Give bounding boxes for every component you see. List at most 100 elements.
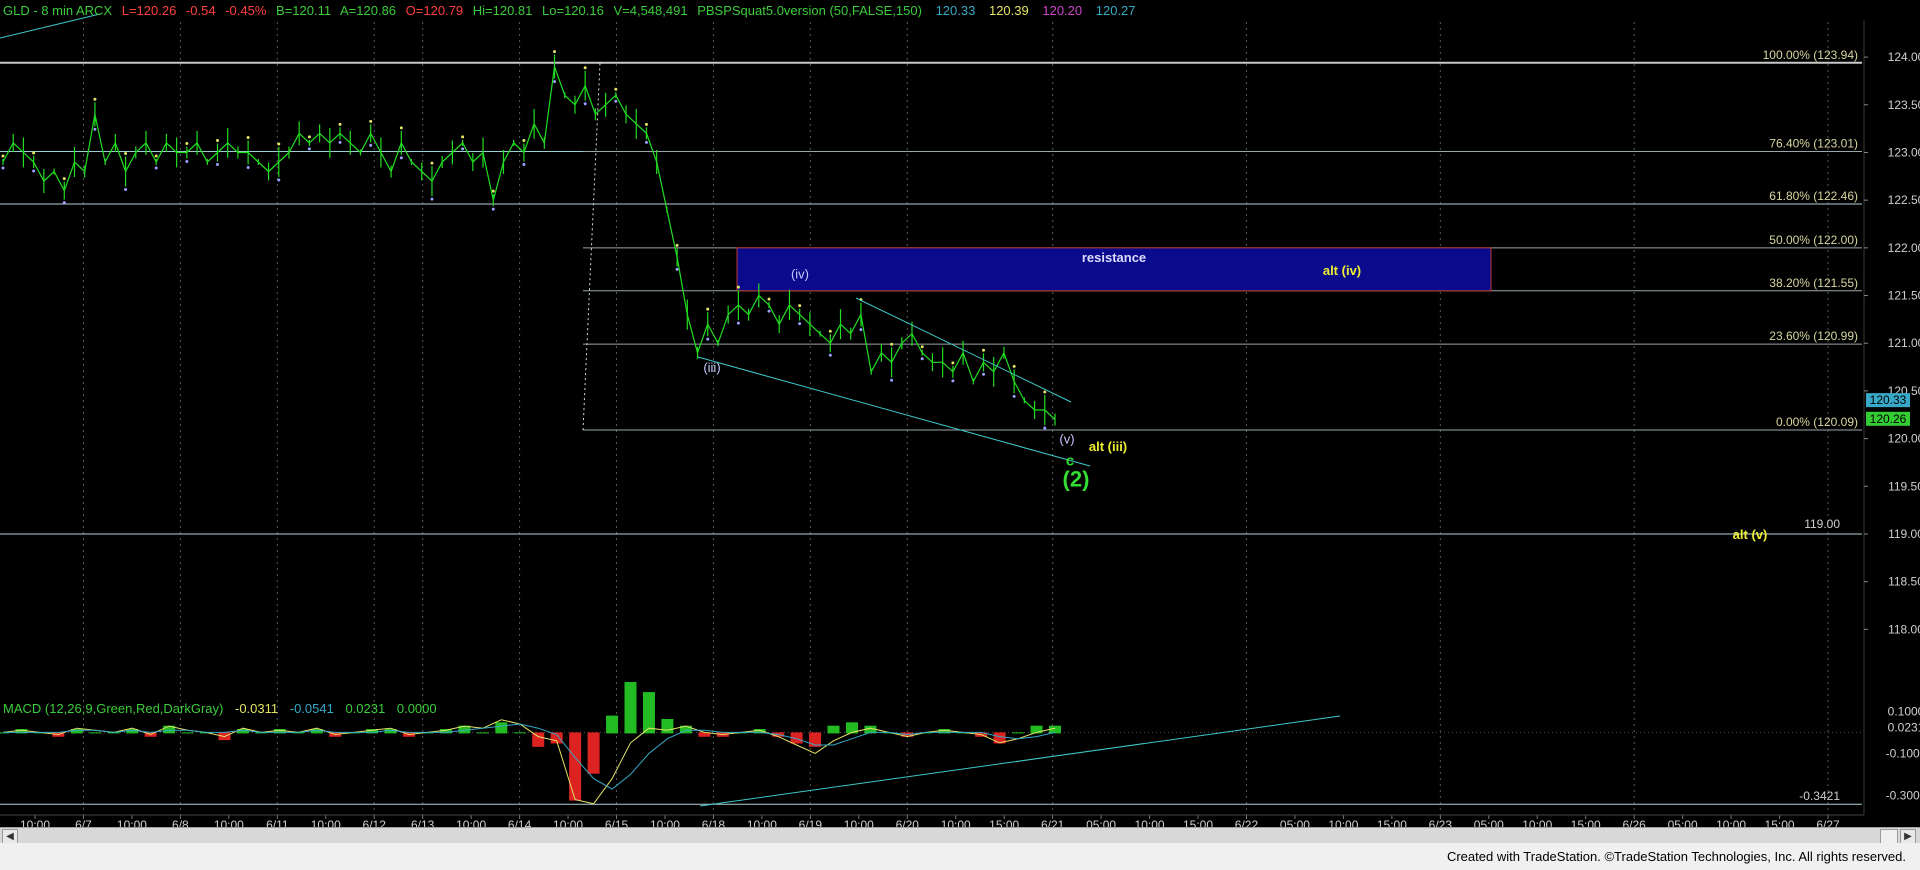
header-study-value: 120.33 [936,3,976,18]
study-dot [307,147,311,151]
study-dot [828,329,832,333]
macd-histogram-bar [827,725,840,734]
study-dot [890,378,894,382]
price-tick-label: 123.00 [1888,145,1920,159]
footer: Created with TradeStation. ©TradeStation… [0,843,1920,870]
header-study-value: 120.20 [1042,3,1082,18]
study-dot [553,80,557,84]
header-change-pct: -0.45% [225,3,267,18]
study-dot [583,102,587,106]
wave-label: (iv) [791,266,809,281]
macd-tick-label: -0.1000 [1886,746,1920,760]
scroll-thumb[interactable] [1880,829,1898,844]
horizontal-line-label: 119.00 [1804,517,1840,531]
resistance-zone: resistance alt (iv) [736,247,1492,292]
macd-histogram-bar [1012,732,1025,734]
study-dot [277,142,281,146]
scroll-left-arrow-icon[interactable]: ◀ [2,829,18,844]
study-dot [951,361,955,365]
wave-label: (iii) [703,360,720,375]
study-dot [32,151,36,155]
study-dot [583,66,587,70]
study-dot [124,188,128,192]
price-tick-label: 122.50 [1888,193,1920,207]
price-tick-label: 124.00 [1888,50,1920,64]
price-chart[interactable]: 100.00% (123.94) 76.40% (123.01) 61.80% (1… [0,0,1920,870]
study-dot [1,166,5,170]
study-dot [430,161,434,165]
study-dot [920,345,924,349]
macd-value: 0.0000 [397,701,437,716]
study-dot [307,135,311,139]
study-dot [246,165,250,169]
study-dot [736,321,740,325]
study-dot [1012,364,1016,368]
study-dot [399,126,403,130]
study-dot [369,119,373,123]
header-volume: V=4,548,491 [613,3,687,18]
price-tick-label: 119.00 [1888,527,1920,541]
fib-label: 0.00% (120.09) [1776,415,1858,429]
fib-label: 61.80% (122.46) [1769,189,1858,203]
macd-tick-label: 0.0231 [1888,721,1920,735]
study-dot [62,201,66,205]
study-dot [1043,390,1047,394]
study-dot [706,337,710,341]
fib-label: 76.40% (123.01) [1769,137,1858,151]
macd-tick-label: 0.1000 [1888,704,1920,718]
macd-histogram-bar [495,722,508,734]
price-tick-label: 118.00 [1888,622,1920,636]
study-dot [369,143,373,147]
wave-label: alt (iii) [1089,439,1127,454]
study-dot [890,342,894,346]
study-dot [185,141,189,145]
study-dot [491,207,495,211]
header-low: Lo=120.16 [542,3,604,18]
price-tick-label: 121.00 [1888,336,1920,350]
chart-background [0,0,1920,870]
study-dot [767,309,771,313]
header-symbol: GLD - 8 min ARCX [3,3,112,18]
study-dot [215,138,219,142]
macd-header: MACD (12,26,9,Green,Red,DarkGray) -0.031… [3,701,437,716]
study-dot [154,166,158,170]
study-dot [982,372,986,376]
study-dot [461,147,465,151]
header-line: GLD - 8 min ARCX L=120.26 -0.54 -0.45% B… [3,3,1136,18]
study-dot [124,152,128,156]
price-tick-label: 122.00 [1888,241,1920,255]
study-dot [185,159,189,163]
header-study-value: 120.27 [1096,3,1136,18]
fib-label: 100.00% (123.94) [1763,48,1858,62]
study-dot [62,177,66,181]
macd-histogram-bar [89,732,102,734]
macd-histogram-bar [624,682,637,734]
study-dot [154,154,158,158]
macd-level-label: -0.3421 [1799,789,1840,803]
macd-histogram-bar [476,732,489,734]
study-dot [920,357,924,361]
scroll-right-arrow-icon[interactable]: ▶ [1900,829,1916,844]
study-dot [644,122,648,126]
study-dot [553,50,557,54]
study-dot [430,197,434,201]
price-tick-label: 121.50 [1888,289,1920,303]
macd-tick-label: -0.3000 [1886,788,1920,802]
study-dot [32,169,36,173]
study-dot [675,243,679,247]
macd-histogram-bar [661,718,674,734]
macd-histogram-bar [513,732,526,734]
last-price-text: 120.33 [1870,393,1907,407]
header-bid: B=120.11 [276,3,331,18]
study-dot [706,307,710,311]
study-dot [215,162,219,166]
study-dot [522,138,526,142]
header-change: -0.54 [186,3,216,18]
study-dot [614,99,618,103]
study-dot [93,97,97,101]
study-dot [951,379,955,383]
fib-label: 38.20% (121.55) [1769,276,1858,290]
wave-label: (2) [1063,466,1090,491]
fib-label: 50.00% (122.00) [1769,233,1858,247]
study-dot [93,127,97,131]
